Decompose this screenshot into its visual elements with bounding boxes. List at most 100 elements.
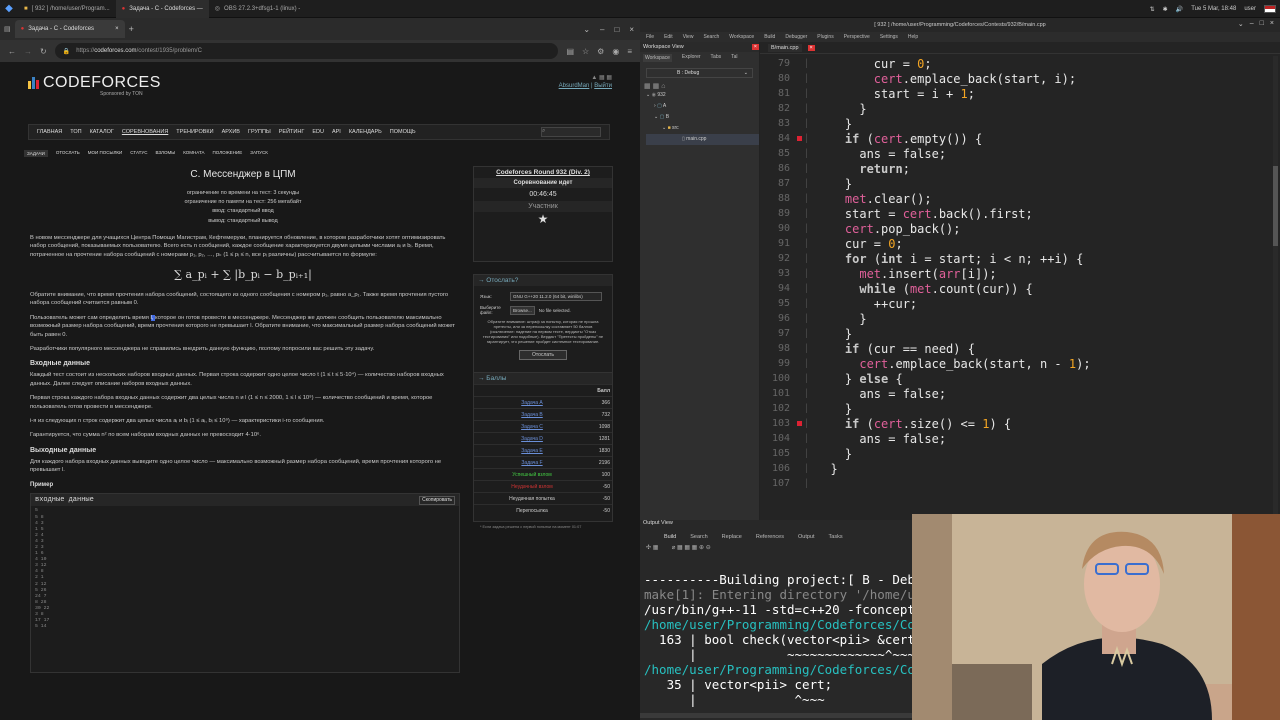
submenu-custom-invocation[interactable]: ЗАПУСК bbox=[250, 150, 268, 157]
tree-item[interactable]: ⌄ ◉ 932 bbox=[646, 90, 759, 101]
code-line[interactable]: 84 │ if (cert.empty()) { bbox=[760, 131, 1270, 146]
task-obs[interactable]: ◎ OBS 27.2.3+dfsg1-1 (linux) - bbox=[209, 0, 306, 18]
back-icon[interactable]: ← bbox=[8, 47, 16, 56]
language-flags-icon[interactable]: ▲ ▦ ▦ bbox=[559, 74, 612, 81]
menu-workspace[interactable]: Workspace bbox=[729, 34, 754, 40]
tab-tabs[interactable]: Tabs bbox=[711, 54, 722, 62]
code-line[interactable]: 92 │ for (int i = start; i < n; ++i) { bbox=[760, 251, 1270, 266]
tree-item[interactable]: ⌄ ▢ B bbox=[646, 112, 759, 123]
task-browser[interactable]: ● Задача - C - Codeforces — bbox=[115, 0, 209, 18]
code-line[interactable]: 83 │ } bbox=[760, 116, 1270, 131]
menu-help[interactable]: Help bbox=[908, 34, 918, 40]
tab-build[interactable]: Build bbox=[664, 534, 676, 540]
account-icon[interactable]: ◉ bbox=[612, 47, 619, 56]
code-line[interactable]: 82 │ } bbox=[760, 101, 1270, 116]
close-icon[interactable]: × bbox=[1270, 20, 1274, 28]
menu-plugins[interactable]: Plugins bbox=[817, 34, 833, 40]
keyboard-layout-flag-icon[interactable] bbox=[1264, 5, 1276, 13]
menu-icon[interactable]: ≡ bbox=[627, 47, 632, 56]
close-icon[interactable]: × bbox=[751, 44, 759, 50]
code-line[interactable]: 99 │ cert.emplace_back(start, n - 1); bbox=[760, 356, 1270, 371]
tab-references[interactable]: References bbox=[756, 534, 784, 540]
code-line[interactable]: 96 │ } bbox=[760, 311, 1270, 326]
problem-link[interactable]: Задача E bbox=[474, 444, 590, 457]
problem-link[interactable]: Задача B bbox=[474, 408, 590, 421]
submenu-problems[interactable]: ЗАДАЧИ bbox=[24, 150, 48, 157]
star-icon[interactable]: ★ bbox=[474, 212, 612, 226]
contest-name-link[interactable]: Codeforces Round 932 (Div. 2) bbox=[474, 167, 612, 178]
browse-button[interactable]: Browse... bbox=[510, 305, 535, 315]
menu-edit[interactable]: Edit bbox=[664, 34, 673, 40]
submenu-my-submissions[interactable]: МОИ ПОСЫЛКИ bbox=[88, 150, 123, 157]
minimize-icon[interactable]: – bbox=[600, 25, 604, 34]
minimize-icon[interactable]: – bbox=[1250, 20, 1254, 28]
submenu-status[interactable]: СТАТУС bbox=[130, 150, 147, 157]
submenu-room[interactable]: КОМНАТА bbox=[183, 150, 204, 157]
code-line[interactable]: 81 │ start = i + 1; bbox=[760, 86, 1270, 101]
code-line[interactable]: 97 │ } bbox=[760, 326, 1270, 341]
code-line[interactable]: 86 │ return; bbox=[760, 161, 1270, 176]
code-line[interactable]: 105 │ } bbox=[760, 446, 1270, 461]
code-line[interactable]: 87 │ } bbox=[760, 176, 1270, 191]
menu-file[interactable]: File bbox=[646, 34, 654, 40]
submit-button[interactable]: Отослать bbox=[519, 350, 567, 360]
problem-link[interactable]: Задача F bbox=[474, 456, 590, 469]
menu-groups[interactable]: ГРУППЫ bbox=[248, 129, 271, 135]
tab-tal[interactable]: Tal bbox=[731, 54, 737, 62]
editor-scrollbar[interactable] bbox=[1273, 56, 1278, 516]
menu-debugger[interactable]: Debugger bbox=[785, 34, 807, 40]
chevron-down-icon[interactable]: ⌄ bbox=[583, 25, 590, 34]
code-area[interactable]: 79 │ cur = 0; 80 │ cert.emplace_back(start,… bbox=[760, 56, 1270, 516]
breakpoint-icon[interactable] bbox=[796, 136, 802, 141]
code-line[interactable]: 89 │ start = cert.back().first; bbox=[760, 206, 1270, 221]
logout-link[interactable]: Выйти bbox=[594, 83, 612, 89]
address-bar[interactable]: 🔒 https://codeforces.com/contest/1935/pr… bbox=[54, 43, 559, 59]
maximize-icon[interactable]: □ bbox=[614, 25, 619, 34]
code-line[interactable]: 102 │ } bbox=[760, 401, 1270, 416]
maximize-icon[interactable]: □ bbox=[1260, 20, 1264, 28]
code-line[interactable]: 94 │ while (met.count(cur)) { bbox=[760, 281, 1270, 296]
tab-tasks[interactable]: Tasks bbox=[829, 534, 843, 540]
breakpoint-icon[interactable] bbox=[796, 421, 802, 426]
tab-output[interactable]: Output bbox=[798, 534, 815, 540]
gutter-marker[interactable] bbox=[794, 421, 804, 426]
new-tab-icon[interactable]: + bbox=[129, 24, 134, 34]
code-line[interactable]: 101 │ ans = false; bbox=[760, 386, 1270, 401]
close-icon[interactable]: × bbox=[807, 44, 815, 51]
menu-view[interactable]: View bbox=[683, 34, 694, 40]
tab-explorer[interactable]: Explorer bbox=[682, 54, 701, 62]
reader-icon[interactable]: ▤ bbox=[566, 47, 574, 56]
build-config-select[interactable]: B : Debug ⌄ bbox=[646, 68, 753, 78]
build-log-scrollbar[interactable] bbox=[640, 713, 912, 718]
menu-build[interactable]: Build bbox=[764, 34, 775, 40]
app-menu-icon[interactable]: ◆ bbox=[0, 0, 18, 18]
code-line[interactable]: 79 │ cur = 0; bbox=[760, 56, 1270, 71]
menu-perspective[interactable]: Perspective bbox=[844, 34, 870, 40]
problem-link[interactable]: Задача A bbox=[474, 396, 590, 409]
tree-item[interactable]: ▯ main.cpp bbox=[646, 134, 759, 145]
clock[interactable]: Tue 5 Mar, 18:48 bbox=[1191, 6, 1236, 12]
tab-search[interactable]: Search bbox=[690, 534, 707, 540]
submenu-submit[interactable]: ОТОСЛАТЬ bbox=[56, 150, 80, 157]
code-line[interactable]: 103 │ if (cert.size() <= 1) { bbox=[760, 416, 1270, 431]
code-line[interactable]: 93 │ met.insert(arr[i]); bbox=[760, 266, 1270, 281]
tab-replace[interactable]: Replace bbox=[722, 534, 742, 540]
menu-help[interactable]: ПОМОЩЬ bbox=[390, 129, 416, 135]
tab-codeforces[interactable]: ● Задача - C - Codeforces × bbox=[14, 20, 125, 38]
close-icon[interactable]: × bbox=[115, 26, 119, 32]
menu-settings[interactable]: Settings bbox=[880, 34, 898, 40]
code-editor[interactable]: B/main.cpp × 79 │ cur = 0; 80 │ cert.emplace… bbox=[760, 42, 1280, 520]
extension-icon[interactable]: ⚙ bbox=[597, 47, 604, 56]
code-line[interactable]: 104 │ ans = false; bbox=[760, 431, 1270, 446]
code-line[interactable]: 98 │ if (cur == need) { bbox=[760, 341, 1270, 356]
chevron-down-icon[interactable]: ⌄ bbox=[1238, 20, 1244, 28]
reload-icon[interactable]: ↻ bbox=[40, 47, 47, 56]
copy-button[interactable]: Скопировать bbox=[419, 495, 455, 506]
code-line[interactable]: 95 │ ++cur; bbox=[760, 296, 1270, 311]
forward-icon[interactable]: → bbox=[24, 47, 32, 56]
tool-icon[interactable]: ▦▦⌂ bbox=[644, 83, 667, 90]
bluetooth-icon[interactable]: ✱ bbox=[1163, 6, 1168, 13]
menu-edu[interactable]: EDU bbox=[312, 129, 324, 135]
codeforces-logo[interactable]: CODEFORCES Sponsored by TON bbox=[28, 74, 161, 97]
tool-icon[interactable]: ✣ ▦ bbox=[646, 545, 658, 551]
